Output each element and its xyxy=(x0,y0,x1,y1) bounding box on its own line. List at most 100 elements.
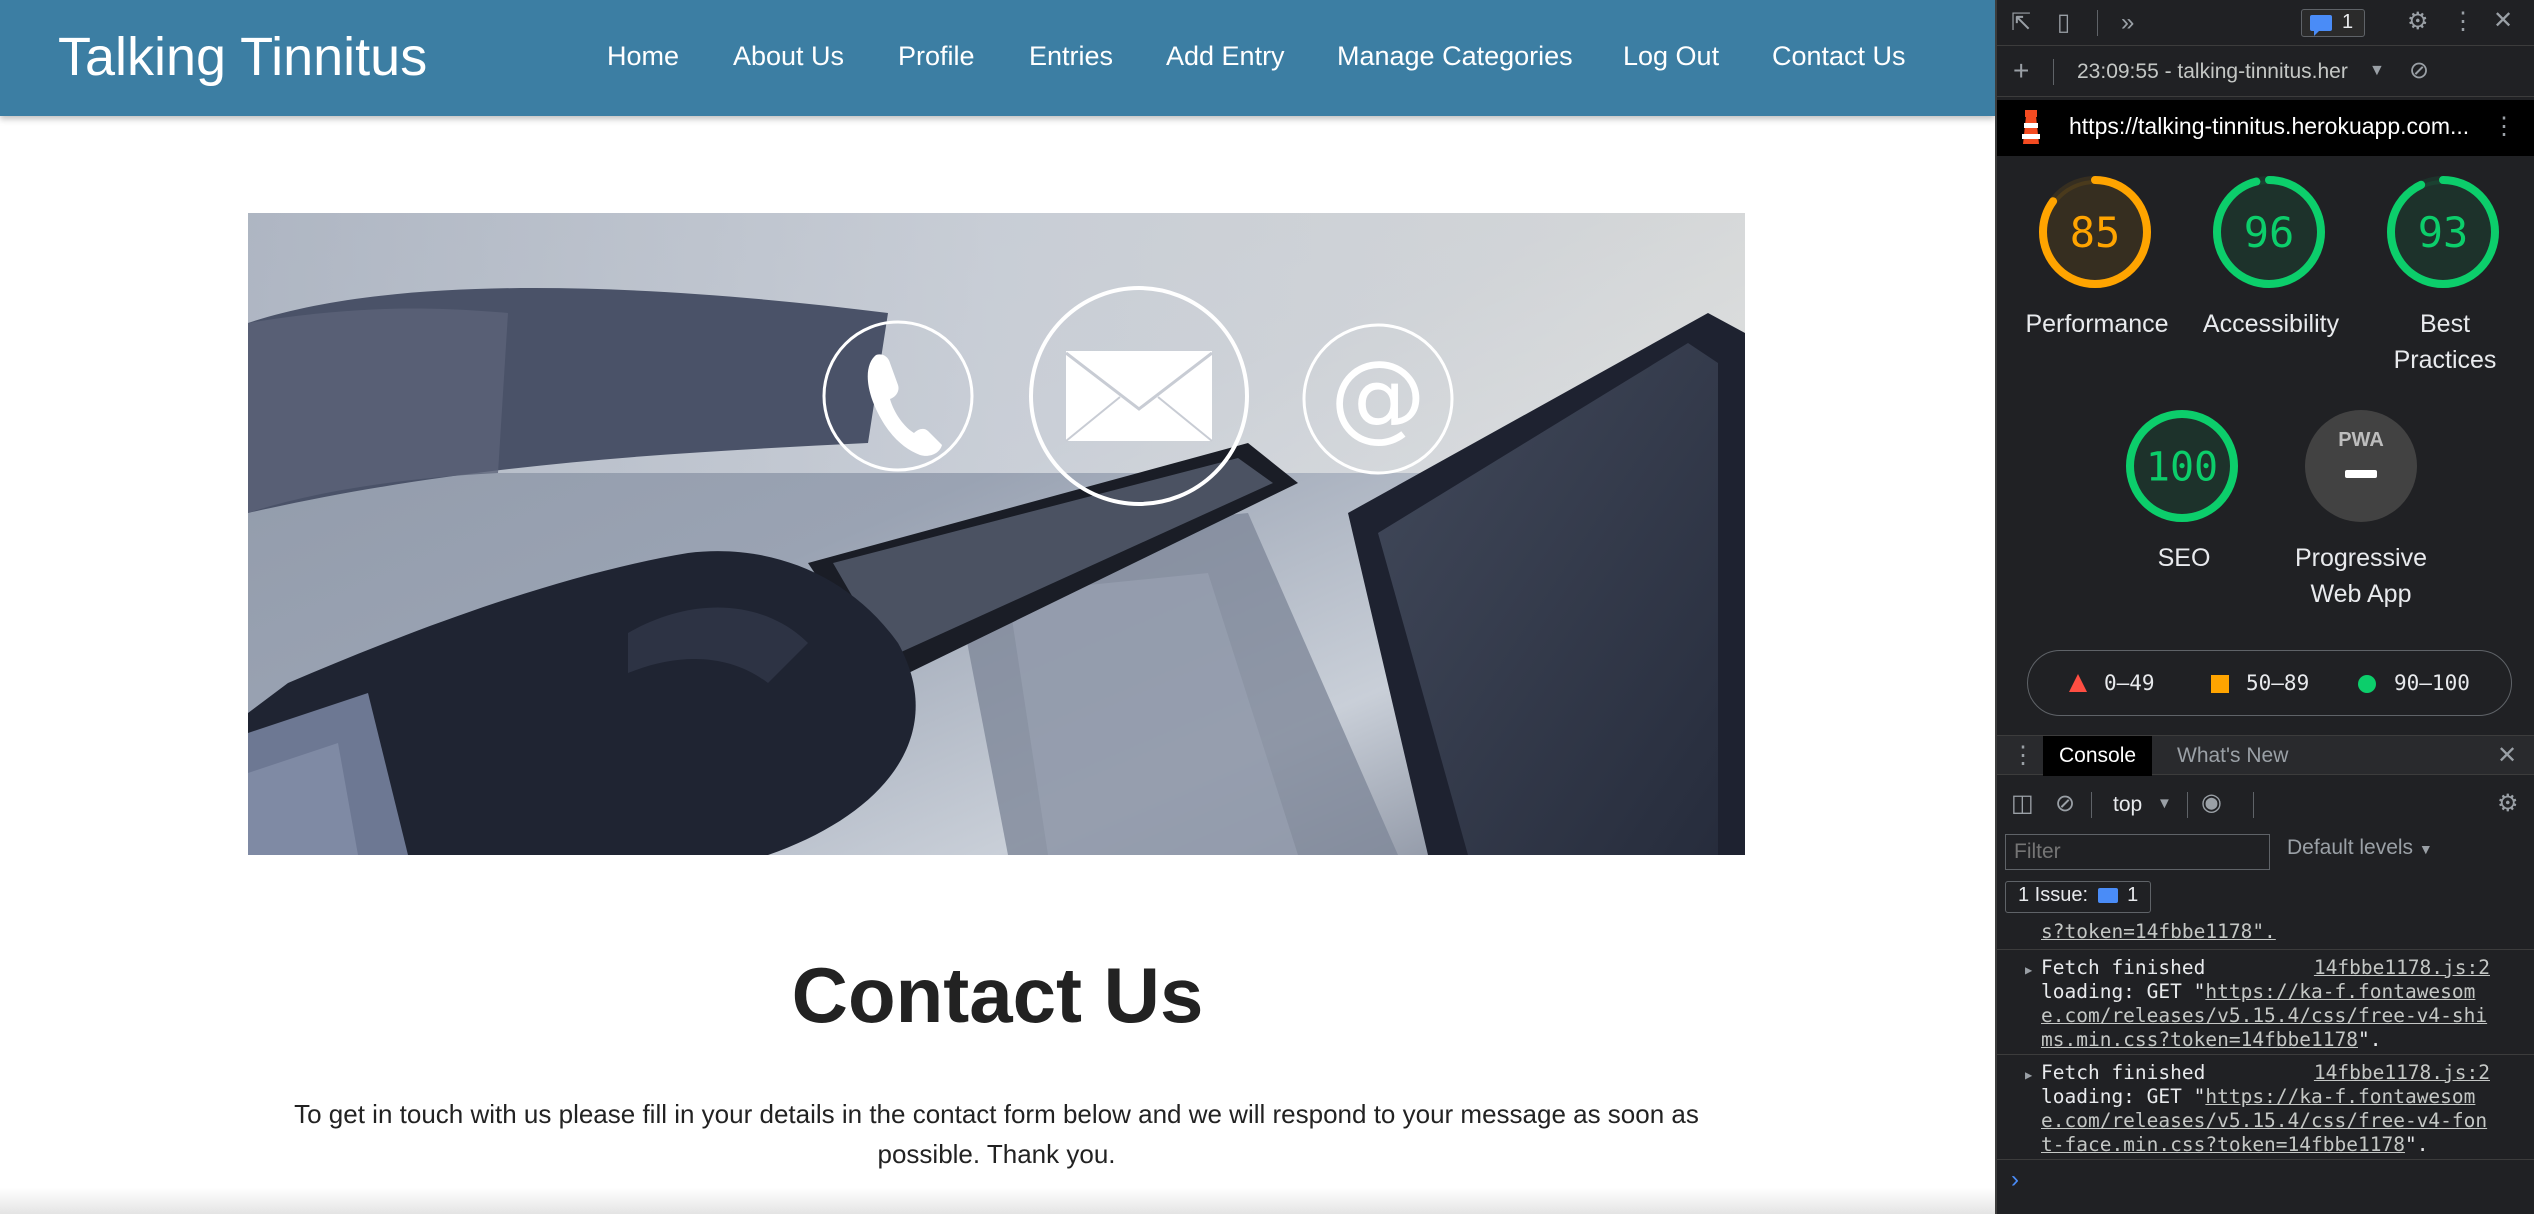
close-devtools-icon[interactable]: ✕ xyxy=(2493,7,2513,35)
log-source-link[interactable]: 14fbbe1178.js:2 xyxy=(2314,1061,2490,1085)
close-drawer-icon[interactable]: ✕ xyxy=(2497,742,2517,770)
gauge-ring: 85 xyxy=(2039,176,2151,288)
log-line: ms.min.css?token=14fbbe1178". xyxy=(2041,1028,2382,1051)
log-line: loading: GET "https://ka-f.fontawesom xyxy=(2041,1085,2476,1108)
log-source-link[interactable]: 14fbbe1178.js:2 xyxy=(2314,956,2490,980)
sidebar-toggle-icon[interactable]: ◫ xyxy=(2011,790,2034,818)
console-divider-3 xyxy=(2253,792,2254,818)
score-gauge[interactable]: 96 xyxy=(2207,170,2331,294)
issue-line-chat-icon xyxy=(2097,888,2118,904)
log-url-link[interactable]: t-face.min.css?token=14fbbe1178 xyxy=(2041,1133,2405,1156)
nav-profile[interactable]: Profile xyxy=(898,38,975,74)
audited-url-bar: https://talking-tinnitus.herokuapp.com..… xyxy=(1997,100,2534,156)
context-selector[interactable]: top xyxy=(2113,791,2142,819)
gauge-ring: 93 xyxy=(2387,176,2499,288)
svg-text:PWA: PWA xyxy=(2338,429,2384,451)
pwa-label-line1: Progressive xyxy=(2295,544,2427,572)
toolbar-divider xyxy=(2097,10,2098,36)
pwa-label-line2: Web App xyxy=(2310,580,2412,608)
live-expression-eye-icon[interactable]: ◉ xyxy=(2201,789,2222,817)
hero-photo: @ xyxy=(248,213,1745,855)
log-levels-arrow-icon: ▼ xyxy=(2418,841,2433,857)
gauge-score: 85 xyxy=(2070,208,2121,257)
gauge-score: 96 xyxy=(2244,208,2295,257)
log-url-link[interactable]: https://ka-f.fontawesom xyxy=(2205,980,2475,1003)
console-settings-icon[interactable]: ⚙ xyxy=(2497,790,2519,818)
contact-intro-text: To get in touch with us please fill in y… xyxy=(294,1099,1699,1169)
report-selector[interactable]: 23:09:55 - talking-tinnitus.her xyxy=(2077,58,2348,86)
nav-home[interactable]: Home xyxy=(607,38,679,74)
issues-badge[interactable]: 1 xyxy=(2301,9,2365,37)
log-url-link[interactable]: ms.min.css?token=14fbbe1178 xyxy=(2041,1028,2358,1051)
pass-circle-icon xyxy=(2358,675,2376,693)
log-fragment-text[interactable]: s?token=14fbbe1178". xyxy=(2041,920,2276,943)
console-filter-input[interactable] xyxy=(2005,834,2270,870)
log-url-link[interactable]: e.com/releases/v5.15.4/css/free-v4-shi xyxy=(2041,1004,2487,1027)
fail-triangle-icon xyxy=(2069,674,2087,692)
gauge-score: 100 xyxy=(2146,444,2218,490)
devtools-toolbar: ⇱ ▯ » 1 ⚙ ⋮ ✕ xyxy=(1997,0,2534,46)
pwa-gauge[interactable]: PWA xyxy=(2299,404,2423,528)
gauge-label: Accessibility xyxy=(2202,310,2340,338)
tab-console[interactable]: Console xyxy=(2043,736,2153,776)
lighthouse-logo-icon xyxy=(2022,110,2040,144)
clear-console-icon[interactable]: ⊘ xyxy=(2055,790,2075,818)
console-issues-link[interactable]: 1 Issue: 1 xyxy=(2005,881,2152,913)
score-gauge[interactable]: 93 xyxy=(2381,170,2505,294)
svg-text:@: @ xyxy=(1330,340,1426,452)
settings-gear-icon[interactable]: ⚙ xyxy=(2407,8,2429,36)
nav-log-out[interactable]: Log Out xyxy=(1623,38,1719,74)
gauge-label: Practices xyxy=(2393,346,2497,374)
bar-divider xyxy=(2053,59,2054,85)
expand-triangle-icon[interactable]: ▶ xyxy=(2025,1063,2032,1087)
audited-url[interactable]: https://talking-tinnitus.herokuapp.com..… xyxy=(2069,113,2469,140)
inspect-element-icon[interactable]: ⇱ xyxy=(2011,9,2031,37)
expand-triangle-icon[interactable]: ▶ xyxy=(2025,958,2032,982)
page-title: Contact Us xyxy=(791,951,1204,1039)
console-log-entry: ▶ Fetch finished 14fbbe1178.js:2 loading: G… xyxy=(1997,952,2534,1055)
score-gauge[interactable]: 85 xyxy=(2033,170,2157,294)
nav-contact-us[interactable]: Contact Us xyxy=(1772,38,1906,74)
average-square-icon xyxy=(2211,675,2229,693)
pwa-badge-icon: PWA xyxy=(2305,410,2417,522)
log-line: e.com/releases/v5.15.4/css/free-v4-fon xyxy=(2041,1109,2534,1133)
nav-add-entry[interactable]: Add Entry xyxy=(1166,38,1285,74)
gauge-score: 93 xyxy=(2418,208,2469,257)
console-log-fragment: s?token=14fbbe1178". xyxy=(1997,920,2534,950)
issue-line-text: 1 Issue: xyxy=(2018,884,2089,906)
drawer-menu-icon[interactable]: ⋮ xyxy=(2011,742,2035,770)
log-url-link[interactable]: https://ka-f.fontawesom xyxy=(2205,1085,2475,1108)
bottom-shadow xyxy=(0,1188,1995,1214)
log-line: e.com/releases/v5.15.4/css/free-v4-shi xyxy=(2041,1004,2534,1028)
hero-image: @ xyxy=(248,213,1745,855)
gauge-label: Best xyxy=(2419,310,2471,338)
nav-manage-categories[interactable]: Manage Categories xyxy=(1337,38,1573,74)
score-legend: 0–49 50–89 90–100 xyxy=(2027,650,2512,716)
tab-whats-new[interactable]: What's New xyxy=(2161,736,2304,776)
device-toolbar-icon[interactable]: ▯ xyxy=(2057,9,2070,37)
issues-chat-icon xyxy=(2310,15,2332,36)
context-dropdown-icon[interactable]: ▼ xyxy=(2157,790,2172,818)
more-tabs-icon[interactable]: » xyxy=(2121,9,2134,37)
legend-fail: 0–49 xyxy=(2104,671,2155,695)
nav-about-us[interactable]: About Us xyxy=(733,38,844,74)
log-levels-label: Default levels xyxy=(2287,836,2414,859)
drawer-tabs: ⋮ Console What's New ✕ xyxy=(1997,735,2534,776)
report-menu-icon[interactable]: ⋮ xyxy=(2492,112,2516,141)
console-prompt-icon[interactable]: › xyxy=(2011,1166,2019,1194)
dropdown-arrow-icon[interactable]: ▼ xyxy=(2369,57,2385,85)
new-report-plus-icon[interactable]: + xyxy=(2013,57,2029,85)
gauge-ring: 100 xyxy=(2126,410,2238,522)
brand-link[interactable]: Talking Tinnitus xyxy=(58,27,427,87)
console-toolbar: ◫ ⊘ top ▼ ◉ ⚙ xyxy=(1997,780,2534,830)
nav-entries[interactable]: Entries xyxy=(1029,38,1113,74)
devtools-panel: ⇱ ▯ » 1 ⚙ ⋮ ✕ + 23:09:55 - talking-tinni… xyxy=(1995,0,2534,1214)
log-url-link[interactable]: e.com/releases/v5.15.4/css/free-v4-fon xyxy=(2041,1109,2487,1132)
clear-reports-icon[interactable]: ⊘ xyxy=(2409,57,2429,85)
more-options-icon[interactable]: ⋮ xyxy=(2451,8,2475,36)
website-viewport: Talking Tinnitus Home About Us Profile E… xyxy=(0,0,1995,1214)
log-line: t-face.min.css?token=14fbbe1178". xyxy=(2041,1133,2429,1156)
score-gauge[interactable]: 100 xyxy=(2120,404,2244,528)
report-selector-bar: + 23:09:55 - talking-tinnitus.her ▼ ⊘ xyxy=(1997,47,2534,97)
log-levels-dropdown[interactable]: Default levels ▼ xyxy=(2287,836,2433,860)
